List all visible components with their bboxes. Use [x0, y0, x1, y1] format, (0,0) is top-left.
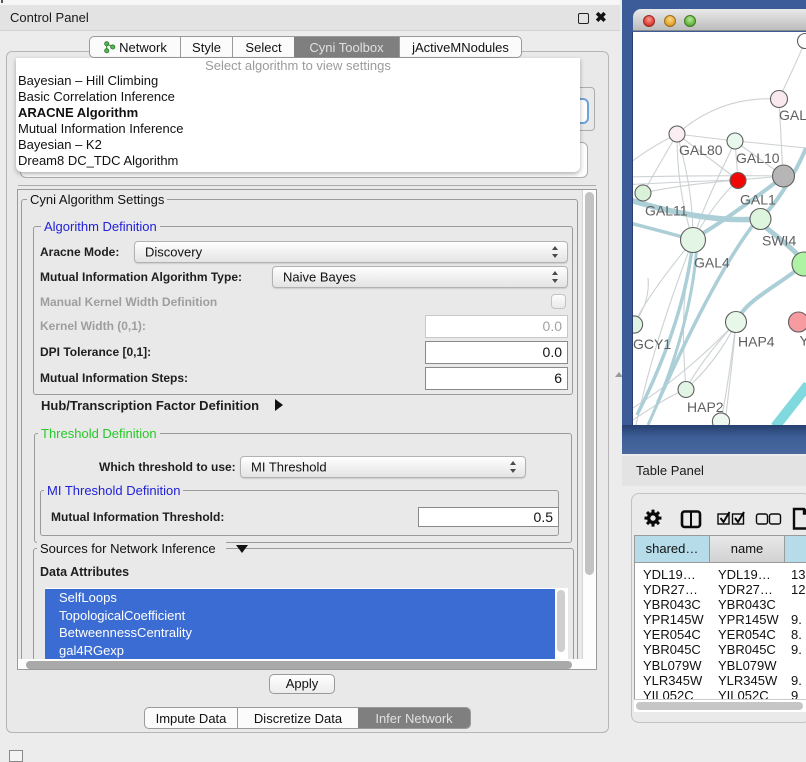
svg-text:GAL80: GAL80 [679, 142, 723, 158]
svg-text:HAP4: HAP4 [738, 334, 775, 350]
svg-text:GAL10: GAL10 [736, 150, 780, 166]
svg-text:GAL1: GAL1 [740, 192, 776, 208]
svg-text:GAL: GAL [779, 107, 806, 123]
svg-text:HAP2: HAP2 [687, 399, 724, 415]
svg-text:GCY1: GCY1 [633, 336, 671, 352]
svg-text:GAL4: GAL4 [694, 255, 730, 271]
svg-text:SWI4: SWI4 [762, 233, 796, 249]
svg-text:GAL11: GAL11 [645, 203, 688, 219]
svg-text:Y: Y [800, 333, 806, 349]
